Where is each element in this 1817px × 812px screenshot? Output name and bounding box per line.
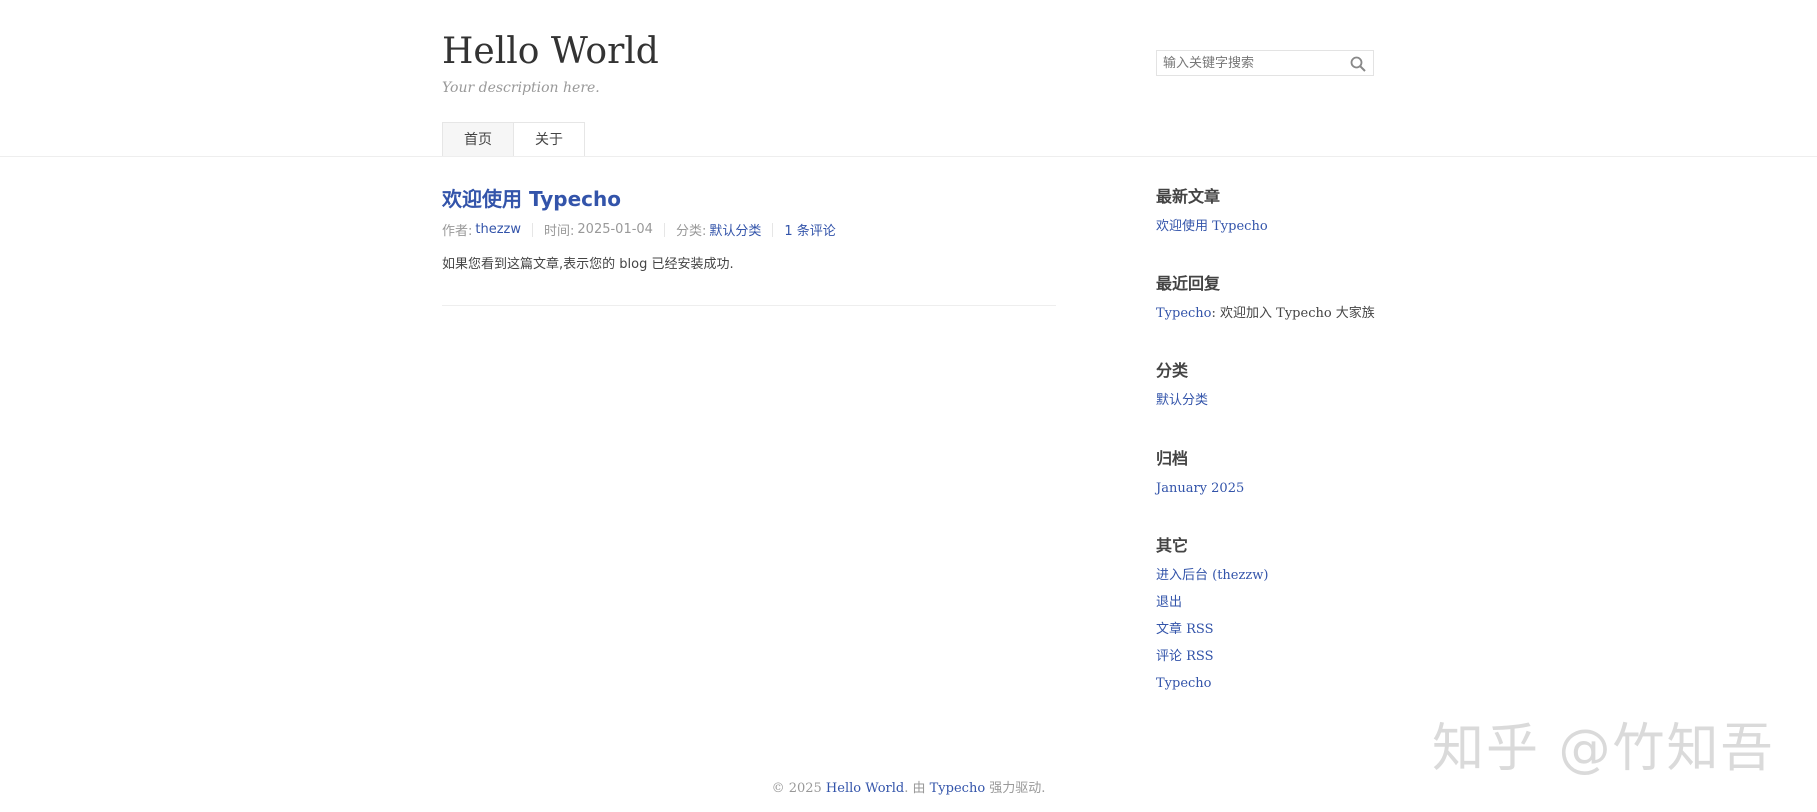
footer-engine-link[interactable]: Typecho: [930, 781, 986, 796]
footer-site-link[interactable]: Hello World: [826, 781, 904, 796]
widget-categories: 分类 默认分类: [1156, 360, 1376, 448]
main-nav: 首页 关于: [442, 122, 585, 156]
category-link[interactable]: 默认分类: [709, 220, 761, 239]
widget-title: 分类: [1156, 361, 1189, 380]
category-label: 分类:: [675, 224, 707, 239]
search-icon[interactable]: [1349, 55, 1367, 73]
post-divider: [442, 305, 1056, 306]
list-item: 欢迎使用 Typecho: [1156, 213, 1376, 240]
widget-title: 归档: [1156, 449, 1189, 468]
search-box: [1156, 50, 1374, 76]
nav-item-home[interactable]: 首页: [443, 123, 514, 156]
widget-other: 其它 进入后台 (thezzw) 退出 文章 RSS 评论 RSS Typech…: [1156, 535, 1376, 697]
widget-title: 最近回复: [1156, 274, 1221, 293]
post-time: 2025-01-04: [577, 222, 653, 237]
meta-separator: [532, 222, 534, 237]
list-item: Typecho: 欢迎加入 Typecho 大家族: [1156, 300, 1376, 327]
header: [0, 0, 1817, 157]
comments-link[interactable]: 1 条评论: [784, 220, 835, 239]
site-title[interactable]: Hello World: [442, 30, 659, 74]
category-item-link[interactable]: 默认分类: [1156, 393, 1208, 408]
list-item: 文章 RSS: [1156, 616, 1376, 643]
meta-separator: [772, 222, 774, 237]
footer-middle: . 由: [904, 781, 930, 796]
site-description: Your description here.: [442, 80, 600, 96]
widget-title: 最新文章: [1156, 187, 1221, 206]
post-title-link[interactable]: 欢迎使用 Typecho: [442, 187, 621, 211]
list-item: January 2025: [1156, 475, 1376, 502]
meta-separator: [663, 222, 665, 237]
post: 欢迎使用 Typecho 作者: thezzw 时间: 2025-01-04 分…: [442, 186, 1056, 272]
list-item: Typecho: [1156, 670, 1376, 697]
widget-recent-comments: 最近回复 Typecho: 欢迎加入 Typecho 大家族: [1156, 273, 1376, 360]
sidebar: 最新文章 欢迎使用 Typecho 最近回复 Typecho: 欢迎加入 Typ…: [1156, 186, 1376, 697]
search-input[interactable]: [1157, 51, 1349, 75]
logout-link[interactable]: 退出: [1156, 595, 1182, 610]
widget-archives: 归档 January 2025: [1156, 448, 1376, 535]
time-label: 时间:: [544, 224, 575, 239]
admin-link[interactable]: 进入后台 (thezzw): [1156, 568, 1268, 583]
author-link[interactable]: thezzw: [475, 222, 521, 237]
comments-rss-link[interactable]: 评论 RSS: [1156, 649, 1214, 664]
site-title-link[interactable]: Hello World: [442, 31, 659, 72]
footer-suffix: 强力驱动.: [985, 781, 1046, 796]
author-label: 作者:: [442, 224, 473, 239]
comment-author-link[interactable]: Typecho: [1156, 306, 1212, 321]
widget-recent-posts: 最新文章 欢迎使用 Typecho: [1156, 186, 1376, 273]
post-content: 如果您看到这篇文章,表示您的 blog 已经安装成功.: [442, 257, 734, 272]
list-item: 进入后台 (thezzw): [1156, 562, 1376, 589]
post-title[interactable]: 欢迎使用 Typecho: [442, 186, 1056, 212]
list-item: 退出: [1156, 589, 1376, 616]
recent-post-link[interactable]: 欢迎使用 Typecho: [1156, 219, 1268, 234]
widget-title: 其它: [1156, 536, 1189, 555]
watermark: 知乎 @竹知吾: [1432, 719, 1775, 779]
list-item: 默认分类: [1156, 387, 1376, 414]
nav-item-about[interactable]: 关于: [514, 123, 584, 156]
list-item: 评论 RSS: [1156, 643, 1376, 670]
archive-link[interactable]: January 2025: [1156, 481, 1244, 496]
footer-prefix: © 2025: [771, 781, 826, 796]
post-meta: 作者: thezzw 时间: 2025-01-04 分类: 默认分类 1 条评论: [442, 220, 1056, 239]
typecho-link[interactable]: Typecho: [1156, 676, 1212, 691]
comment-text: : 欢迎加入 Typecho 大家族: [1211, 306, 1375, 321]
posts-rss-link[interactable]: 文章 RSS: [1156, 622, 1214, 637]
